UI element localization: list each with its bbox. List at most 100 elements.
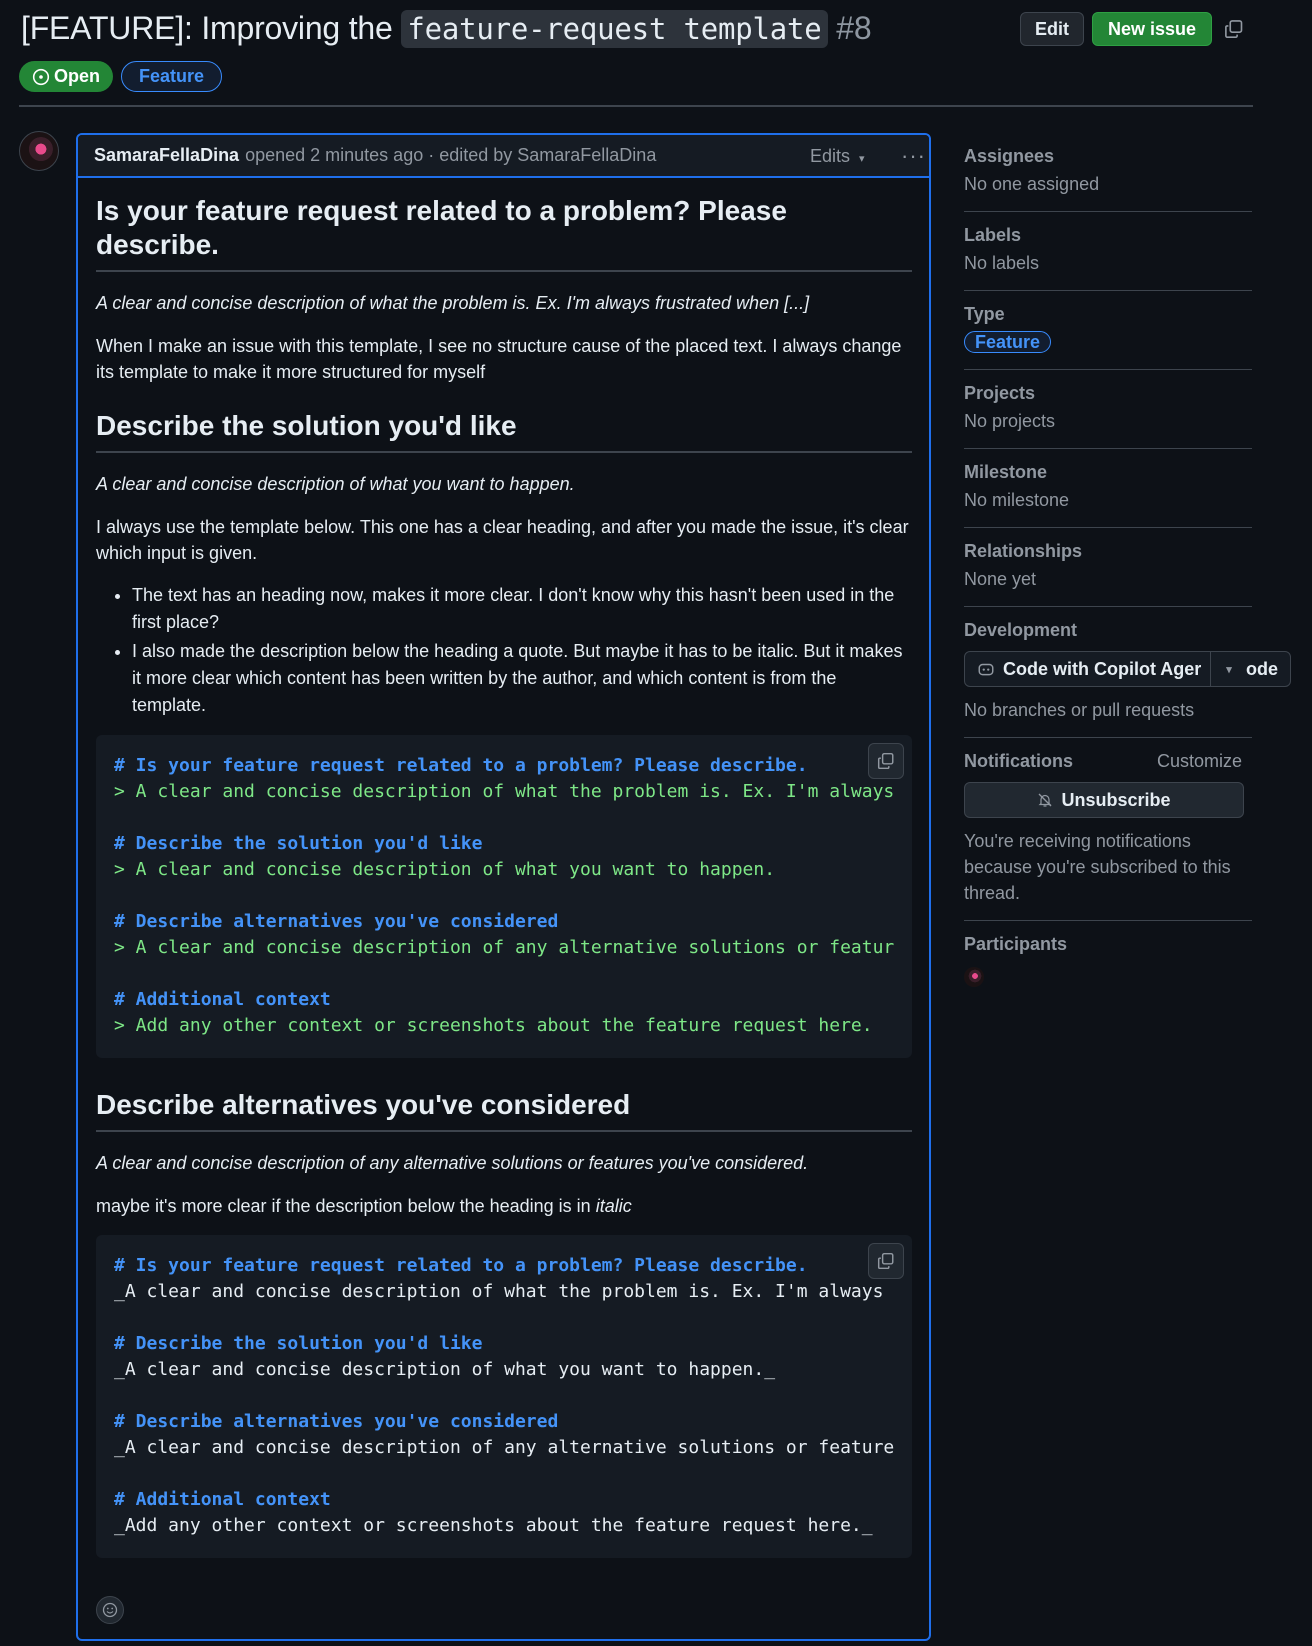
issue-comment: SamaraFellaDina opened 2 minutes ago · e… xyxy=(76,133,931,1641)
comment-body: Is your feature request related to a pro… xyxy=(96,192,912,1558)
copy-icon xyxy=(877,1252,894,1270)
list-item: I also made the description below the he… xyxy=(132,638,912,719)
code-line: # Describe the solution you'd like xyxy=(114,833,483,854)
heading-solution: Describe the solution you'd like xyxy=(96,409,912,453)
code-with-copilot-button[interactable]: Code with Copilot Ager ▾ ode xyxy=(964,651,1291,687)
notifications-note: You're receiving notifications because y… xyxy=(964,831,1231,903)
sidebar-notifications: Notifications Customize Unsubscribe You'… xyxy=(964,738,1252,921)
sidebar-participants: Participants xyxy=(964,921,1252,995)
code-line: _A clear and concise description of what… xyxy=(114,1281,884,1302)
solution-list: The text has an heading now, makes it mo… xyxy=(96,582,912,719)
dev-dropdown-toggle[interactable]: ▾ xyxy=(1210,652,1247,686)
solution-text: I always use the template below. This on… xyxy=(96,517,909,563)
issue-number: #8 xyxy=(836,10,872,46)
bell-slash-icon xyxy=(1039,793,1052,807)
alternatives-text-main: maybe it's more clear if the description… xyxy=(96,1196,591,1216)
sidebar-type: Type Feature xyxy=(964,291,1252,370)
code-line: # Additional context xyxy=(114,989,331,1010)
unsubscribe-button[interactable]: Unsubscribe xyxy=(964,782,1244,818)
type-title[interactable]: Type xyxy=(964,299,1252,329)
participant-avatar[interactable] xyxy=(964,967,984,987)
code-line: # Describe alternatives you've considere… xyxy=(114,911,559,932)
code-line: > Add any other context or screenshots a… xyxy=(114,1015,873,1036)
sidebar-assignees: Assignees No one assigned xyxy=(964,133,1252,212)
code-block-quote: # Is your feature request related to a p… xyxy=(96,735,912,1058)
author-avatar[interactable] xyxy=(19,131,59,171)
new-issue-button[interactable]: New issue xyxy=(1092,12,1212,46)
assignees-value: No one assigned xyxy=(964,174,1100,194)
heading-problem: Is your feature request related to a pro… xyxy=(96,194,912,272)
relationships-value: None yet xyxy=(964,569,1037,589)
copy-code-button[interactable] xyxy=(868,743,904,779)
sidebar-development: Development Code with Copilot Ager ▾ ode… xyxy=(964,607,1291,738)
customize-link[interactable]: Customize xyxy=(1157,746,1242,776)
edits-dropdown[interactable]: Edits ▾ xyxy=(810,146,865,167)
comment-meta: opened 2 minutes ago · edited by SamaraF… xyxy=(245,145,657,165)
assignees-title[interactable]: Assignees xyxy=(964,141,1252,171)
milestone-title[interactable]: Milestone xyxy=(964,457,1252,487)
code-line: # Additional context xyxy=(114,1489,331,1510)
alternatives-description: A clear and concise description of any a… xyxy=(96,1153,809,1173)
dev-button-tail: ode xyxy=(1246,659,1279,679)
smiley-icon xyxy=(102,1602,118,1618)
issue-title-code: feature-request template xyxy=(401,10,828,48)
issue-open-icon xyxy=(32,68,50,85)
kebab-menu-icon[interactable]: ··· xyxy=(901,143,926,169)
edits-label: Edits xyxy=(810,146,851,166)
copilot-icon xyxy=(978,663,994,676)
labels-title[interactable]: Labels xyxy=(964,220,1252,250)
issue-sidebar: Assignees No one assigned Labels No labe… xyxy=(964,133,1291,995)
code-line: > A clear and concise description of wha… xyxy=(114,781,895,802)
type-pill[interactable]: Feature xyxy=(964,331,1052,353)
edit-button[interactable]: Edit xyxy=(1020,12,1084,46)
comment-header: SamaraFellaDina opened 2 minutes ago · e… xyxy=(78,135,929,178)
code-line: # Is your feature request related to a p… xyxy=(114,755,808,776)
problem-text: When I make an issue with this template,… xyxy=(96,336,902,382)
alternatives-text-italic: italic xyxy=(595,1196,632,1216)
solution-description: A clear and concise description of what … xyxy=(96,474,575,494)
relationships-title[interactable]: Relationships xyxy=(964,536,1252,566)
copy-code-button[interactable] xyxy=(868,1243,904,1279)
code-line: > A clear and concise description of any… xyxy=(114,937,895,958)
copy-icon xyxy=(877,752,894,770)
code-line: _A clear and concise description of what… xyxy=(114,1359,776,1380)
code-line: _A clear and concise description of any … xyxy=(114,1437,895,1458)
development-title[interactable]: Development xyxy=(964,615,1252,645)
copy-link-icon[interactable] xyxy=(1224,19,1244,39)
sidebar-labels: Labels No labels xyxy=(964,212,1252,291)
sidebar-milestone: Milestone No milestone xyxy=(964,449,1252,528)
code-line: _Add any other context or screenshots ab… xyxy=(114,1515,873,1536)
comment-author[interactable]: SamaraFellaDina xyxy=(94,145,239,166)
code-line: > A clear and concise description of wha… xyxy=(114,859,776,880)
problem-description: A clear and concise description of what … xyxy=(96,293,810,313)
code-line: # Describe the solution you'd like xyxy=(114,1333,483,1354)
development-value: No branches or pull requests xyxy=(964,700,1195,720)
projects-title[interactable]: Projects xyxy=(964,378,1252,408)
status-badge: Open xyxy=(19,61,113,92)
participants-title: Participants xyxy=(964,934,1068,954)
list-item: The text has an heading now, makes it mo… xyxy=(132,582,912,636)
add-reaction-button[interactable] xyxy=(96,1596,124,1624)
sidebar-projects: Projects No projects xyxy=(964,370,1252,449)
header-divider xyxy=(19,105,1253,107)
dev-button-label: Code with Copilot Ager xyxy=(1003,658,1202,679)
issue-title: [FEATURE]: Improving the feature-request… xyxy=(21,10,872,48)
unsubscribe-label: Unsubscribe xyxy=(1061,789,1171,810)
sidebar-relationships: Relationships None yet xyxy=(964,528,1252,607)
issue-type-badge[interactable]: Feature xyxy=(121,61,222,92)
labels-value: No labels xyxy=(964,253,1040,273)
chevron-down-icon: ▾ xyxy=(859,153,865,165)
code-line: # Describe alternatives you've considere… xyxy=(114,1411,559,1432)
chevron-down-icon: ▾ xyxy=(1226,663,1232,676)
issue-title-text: [FEATURE]: Improving the xyxy=(21,10,393,46)
code-line: # Is your feature request related to a p… xyxy=(114,1255,808,1276)
projects-value: No projects xyxy=(964,411,1056,431)
status-label: Open xyxy=(53,66,100,86)
code-block-italic: # Is your feature request related to a p… xyxy=(96,1235,912,1558)
